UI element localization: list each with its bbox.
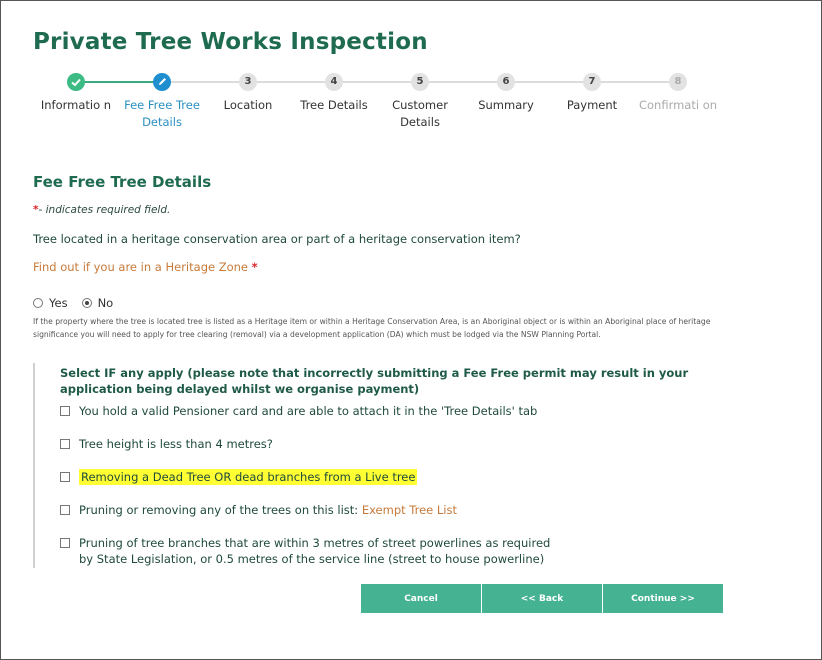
step-label: Summary xyxy=(478,98,534,112)
step-payment[interactable]: 7 Payment xyxy=(549,73,635,114)
step-tree-details[interactable]: 4 Tree Details xyxy=(291,73,377,114)
step-number: 4 xyxy=(325,73,343,91)
step-number: 7 xyxy=(583,73,601,91)
step-customer-details[interactable]: 5 Customer Details xyxy=(377,73,463,131)
radio-yes[interactable] xyxy=(33,298,43,308)
step-label: Confirmati on xyxy=(638,98,718,112)
height-checkbox[interactable] xyxy=(60,439,70,449)
heritage-radio-group: Yes No xyxy=(33,296,123,310)
step-label: Location xyxy=(223,98,273,112)
pencil-icon xyxy=(153,73,171,91)
exempt-tree-checkbox[interactable] xyxy=(60,505,70,515)
page-title: Private Tree Works Inspection xyxy=(33,29,428,55)
step-number: 6 xyxy=(497,73,515,91)
dead-tree-checkbox[interactable] xyxy=(60,472,70,482)
heritage-zone-link[interactable]: Find out if you are in a Heritage Zone xyxy=(33,260,248,274)
option-label: Pruning of tree branches that are within… xyxy=(79,536,551,566)
step-location[interactable]: 3 Location xyxy=(205,73,291,114)
option-powerlines[interactable]: Pruning of tree branches that are within… xyxy=(60,535,560,567)
form-buttons: Cancel << Back Continue >> xyxy=(361,584,723,613)
option-height[interactable]: Tree height is less than 4 metres? xyxy=(60,436,273,452)
required-star: * xyxy=(251,260,258,274)
required-note-text: - indicates required field. xyxy=(38,204,171,216)
continue-button[interactable]: Continue >> xyxy=(603,584,723,613)
step-label: Informatio n xyxy=(40,98,112,112)
option-label: You hold a valid Pensioner card and are … xyxy=(79,404,538,418)
step-summary[interactable]: 6 Summary xyxy=(463,73,549,114)
heritage-question: Tree located in a heritage conservation … xyxy=(33,232,521,246)
fee-free-options-panel: Select IF any apply (please note that in… xyxy=(33,363,723,568)
section-title: Fee Free Tree Details xyxy=(33,173,212,191)
check-icon xyxy=(67,73,85,91)
heritage-help-text: If the property where the tree is locate… xyxy=(33,317,711,339)
heritage-zone-link-row: Find out if you are in a Heritage Zone * xyxy=(33,260,258,274)
step-number: 8 xyxy=(669,73,687,91)
exempt-prefix: Pruning or removing any of the trees on … xyxy=(79,503,359,517)
option-pensioner[interactable]: You hold a valid Pensioner card and are … xyxy=(60,403,537,419)
option-label: Pruning or removing any of the trees on … xyxy=(79,502,457,518)
step-fee-free-tree-details[interactable]: Fee Free Tree Details xyxy=(119,73,205,131)
exempt-tree-list-link[interactable]: Exempt Tree List xyxy=(362,503,457,517)
required-field-note: *- indicates required field. xyxy=(33,204,170,216)
option-label: Tree height is less than 4 metres? xyxy=(79,437,273,451)
step-label: Tree Details xyxy=(300,98,368,112)
step-confirmation: 8 Confirmati on xyxy=(635,73,721,114)
radio-no[interactable] xyxy=(81,298,92,308)
cancel-button[interactable]: Cancel xyxy=(361,584,481,613)
step-number: 3 xyxy=(239,73,257,91)
step-label: Payment xyxy=(566,98,618,112)
step-label: Fee Free Tree Details xyxy=(124,98,200,129)
option-dead-tree[interactable]: Removing a Dead Tree OR dead branches fr… xyxy=(60,469,418,485)
back-button[interactable]: << Back xyxy=(482,584,602,613)
radio-yes-label[interactable]: Yes xyxy=(49,296,68,310)
options-title: Select IF any apply (please note that in… xyxy=(60,366,689,396)
step-number: 5 xyxy=(411,73,429,91)
pensioner-checkbox[interactable] xyxy=(60,406,70,416)
app-frame: Private Tree Works Inspection Informatio… xyxy=(0,0,822,660)
option-label: Removing a Dead Tree OR dead branches fr… xyxy=(79,469,418,485)
radio-no-label[interactable]: No xyxy=(98,296,114,310)
step-information[interactable]: Informatio n xyxy=(33,73,119,114)
step-label: Customer Details xyxy=(392,98,448,129)
progress-stepper: Informatio n Fee Free Tree Details 3 Loc… xyxy=(33,73,723,153)
option-exempt-tree[interactable]: Pruning or removing any of the trees on … xyxy=(60,502,457,518)
powerlines-checkbox[interactable] xyxy=(60,538,70,548)
